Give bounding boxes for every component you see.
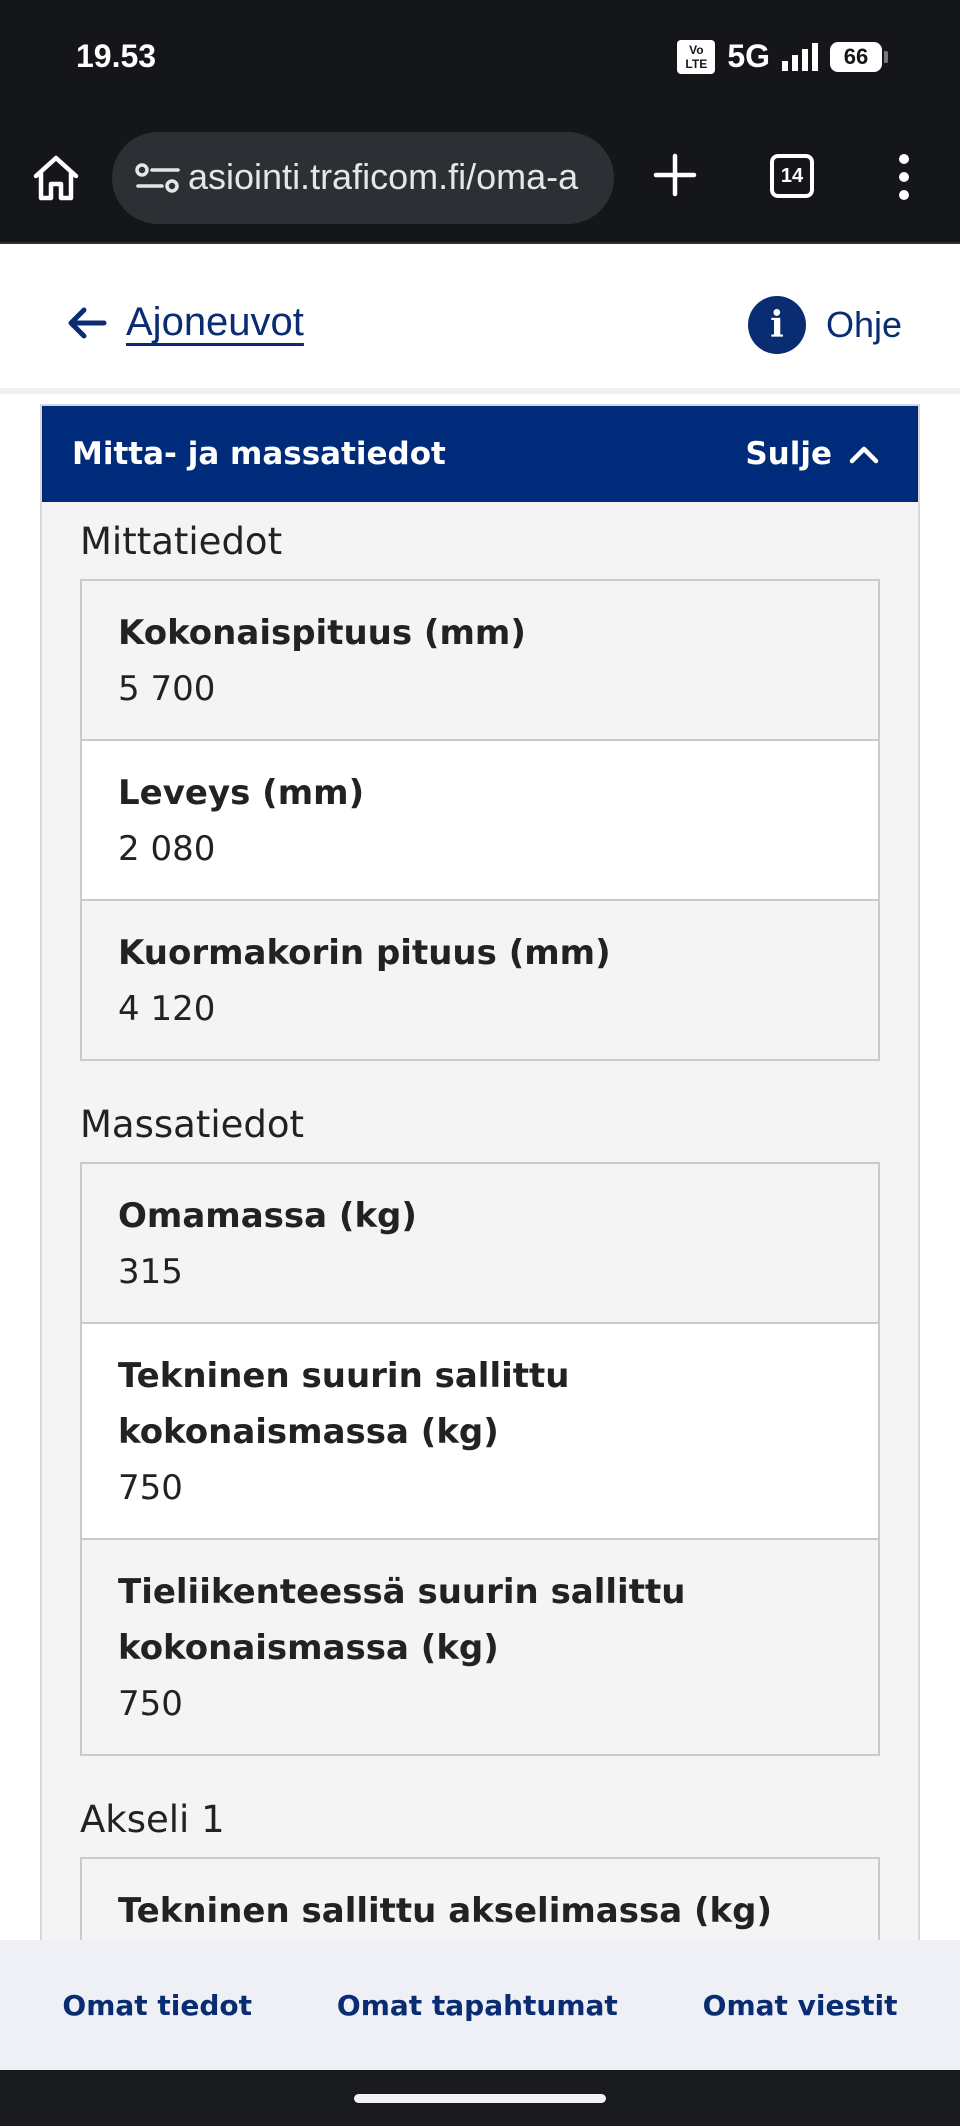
back-link-label[interactable]: Ajoneuvot [126,300,304,345]
data-row: Tekninen sallittu akselimassa (kg) 750 [82,1859,878,1940]
status-bar: 19.53 Vo LTE 5G 66 [0,0,960,110]
close-accordion-button[interactable]: Sulje [745,436,880,472]
data-list: Tekninen sallittu akselimassa (kg) 750 [80,1857,880,1940]
section-massatiedot: Massatiedot Omamassa (kg) 315 Tekninen s… [80,1103,880,1756]
accordion-title: Mitta- ja massatiedot [72,436,446,472]
close-accordion-label[interactable]: Sulje [745,436,832,472]
main-content[interactable]: Mitta- ja massatiedot Sulje Mittatiedot … [0,400,960,1940]
data-row: Kokonaispituus (mm) 5 700 [82,581,878,739]
gesture-bar [0,2070,960,2126]
field-label: Leveys (mm) [118,773,365,813]
data-row: Tieliikenteessä suurin sallittu kokonais… [82,1538,878,1754]
field-value: 750 [118,1684,183,1724]
data-list: Omamassa (kg) 315 Tekninen suurin sallit… [80,1162,880,1756]
url-text[interactable]: asiointi.traficom.fi/oma-a [188,156,578,198]
help-button[interactable]: i Ohje [748,296,902,354]
accordion-body: Mittatiedot Kokonaispituus (mm) 5 700 Le… [42,502,918,1940]
status-time: 19.53 [76,38,157,74]
accordion-header[interactable]: Mitta- ja massatiedot Sulje [42,406,918,502]
back-link[interactable]: Ajoneuvot [66,300,304,345]
nav-omat-tapahtumat[interactable]: Omat tapahtumat [337,1989,618,2022]
help-label[interactable]: Ohje [826,304,902,346]
info-icon: i [748,296,806,354]
address-bar[interactable]: asiointi.traficom.fi/oma-a [112,132,614,224]
data-list: Kokonaispituus (mm) 5 700 Leveys (mm) 2 … [80,579,880,1061]
bottom-navigation: Omat tiedot Omat tapahtumat Omat viestit [0,1940,960,2070]
chevron-up-icon [849,446,879,464]
data-row: Kuormakorin pituus (mm) 4 120 [82,899,878,1059]
more-menu-icon[interactable] [896,152,912,202]
field-label: Kokonaispituus (mm) [118,613,526,653]
data-row: Tekninen suurin sallittu kokonaismassa (… [82,1322,878,1538]
new-tab-icon[interactable] [650,150,700,200]
signal-icon [782,42,818,71]
field-value: 4 120 [118,989,216,1029]
arrow-left-icon [68,307,107,338]
site-settings-icon[interactable] [134,162,182,194]
section-akseli-1: Akseli 1 Tekninen sallittu akselimassa (… [80,1798,880,1940]
nav-omat-tiedot[interactable]: Omat tiedot [62,1989,252,2022]
field-value: 2 080 [118,829,216,869]
nav-omat-viestit[interactable]: Omat viestit [703,1989,898,2022]
field-label: Omamassa (kg) [118,1196,417,1236]
data-row: Omamassa (kg) 315 [82,1164,878,1322]
page-header: Ajoneuvot i Ohje [0,246,960,394]
field-label: Tekninen sallittu akselimassa (kg) [118,1891,773,1931]
data-row: Leveys (mm) 2 080 [82,739,878,899]
section-mittatiedot: Mittatiedot Kokonaispituus (mm) 5 700 Le… [80,520,880,1061]
volte-icon: Vo LTE [677,39,716,74]
status-icons: Vo LTE 5G 66 [677,38,888,75]
tab-switcher-icon[interactable]: 14 [770,154,814,198]
section-title: Massatiedot [80,1103,305,1146]
home-icon[interactable] [30,152,82,204]
home-gesture-handle[interactable] [354,2094,606,2103]
section-title: Akseli 1 [80,1798,225,1841]
section-title: Mittatiedot [80,520,283,563]
field-value: 750 [118,1468,183,1508]
field-label: Kuormakorin pituus (mm) [118,933,611,973]
field-value: 5 700 [118,669,216,709]
accordion-panel: Mitta- ja massatiedot Sulje Mittatiedot … [40,404,920,1940]
browser-toolbar: asiointi.traficom.fi/oma-a 14 [0,110,960,244]
field-label: Tieliikenteessä suurin sallittu kokonais… [118,1572,686,1668]
network-type: 5G [727,38,770,74]
field-value: 315 [118,1252,183,1292]
battery-icon: 66 [830,41,888,72]
field-label: Tekninen suurin sallittu kokonaismassa (… [118,1356,570,1452]
